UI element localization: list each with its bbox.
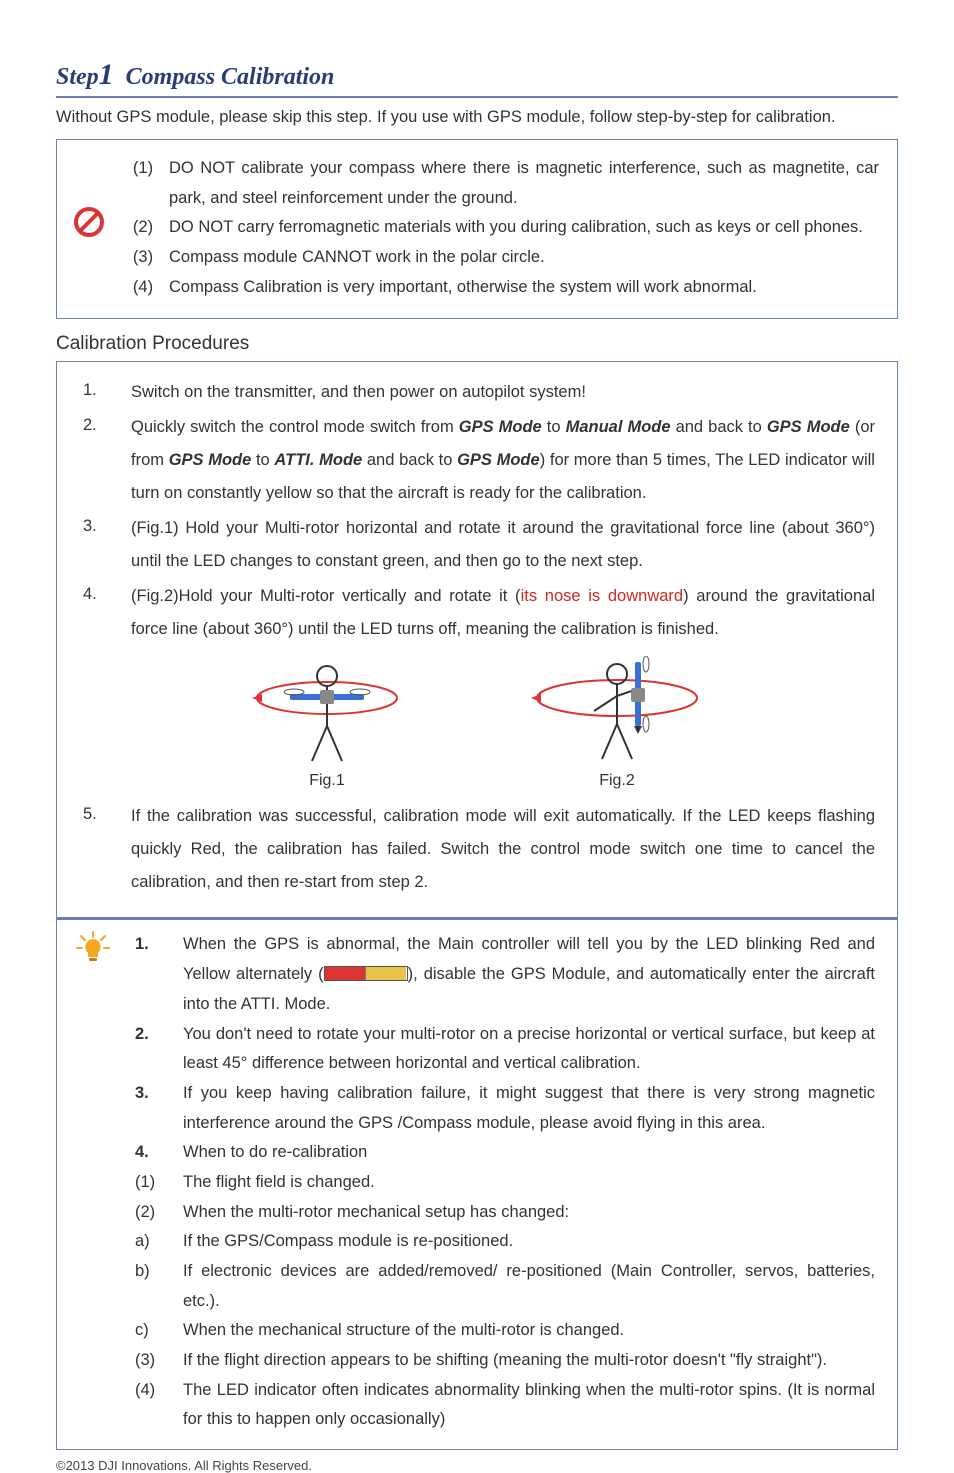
lightbulb-icon <box>75 930 111 971</box>
figure-1-caption: Fig.1 <box>242 772 412 790</box>
procedure-item: 1. Switch on the transmitter, and then p… <box>79 376 875 409</box>
figures-row: Fig.1 <box>79 656 875 790</box>
warning-item: (2)DO NOT carry ferromagnetic materials … <box>75 213 879 243</box>
sub-item: a)If the GPS/Compass module is re-positi… <box>135 1227 875 1257</box>
procedures-frame: 1. Switch on the transmitter, and then p… <box>56 361 898 918</box>
sub-item: (4)The LED indicator often indicates abn… <box>135 1376 875 1435</box>
led-indicator-icon <box>324 966 408 981</box>
procedure-item: 4. (Fig.2)Hold your Multi-rotor vertical… <box>79 580 875 646</box>
sub-item: b)If electronic devices are added/remove… <box>135 1257 875 1316</box>
prohibit-icon <box>73 206 105 243</box>
warnings-list: (1)DO NOT calibrate your compass where t… <box>75 154 879 302</box>
tip-item: 1. When the GPS is abnormal, the Main co… <box>135 930 875 1019</box>
warning-item: (4)Compass Calibration is very important… <box>75 273 879 303</box>
step-number: 1 <box>99 58 114 91</box>
tips-list: 1. When the GPS is abnormal, the Main co… <box>135 930 875 1168</box>
sub-item: (3)If the flight direction appears to be… <box>135 1346 875 1376</box>
procedures-list: 1. Switch on the transmitter, and then p… <box>79 376 875 646</box>
warning-item: (1)DO NOT calibrate your compass where t… <box>75 154 879 213</box>
tip-item: 3. If you keep having calibration failur… <box>135 1079 875 1138</box>
intro-text: Without GPS module, please skip this ste… <box>56 108 898 127</box>
procedure-item: 2. Quickly switch the control mode switc… <box>79 411 875 510</box>
tip-item: 2. You don't need to rotate your multi-r… <box>135 1020 875 1079</box>
procedures-heading: Calibration Procedures <box>56 333 898 355</box>
figure-2: Fig.2 <box>522 656 712 790</box>
step-prefix: Step <box>56 64 99 90</box>
sub-item: c)When the mechanical structure of the m… <box>135 1316 875 1346</box>
figure-2-caption: Fig.2 <box>522 772 712 790</box>
tip4-sublist: (1)The flight field is changed. (2)When … <box>135 1168 875 1435</box>
tips-frame: 1. When the GPS is abnormal, the Main co… <box>56 918 898 1450</box>
warnings-frame: (1)DO NOT calibrate your compass where t… <box>56 139 898 319</box>
sub-item: (1)The flight field is changed. <box>135 1168 875 1198</box>
step-title-text: Compass Calibration <box>126 64 335 90</box>
procedure-item: 3. (Fig.1) Hold your Multi-rotor horizon… <box>79 512 875 578</box>
procedures-list-cont: 5. If the calibration was successful, ca… <box>79 800 875 899</box>
procedure-item: 5. If the calibration was successful, ca… <box>79 800 875 899</box>
tip-item: 4. When to do re-calibration <box>135 1138 875 1168</box>
figure-1: Fig.1 <box>242 656 412 790</box>
page-footer: ©2013 DJI Innovations. All Rights Reserv… <box>56 1458 898 1473</box>
step-heading: Step1 Compass Calibration <box>56 58 898 98</box>
sub-item: (2)When the multi-rotor mechanical setup… <box>135 1198 875 1228</box>
warning-item: (3)Compass module CANNOT work in the pol… <box>75 243 879 273</box>
